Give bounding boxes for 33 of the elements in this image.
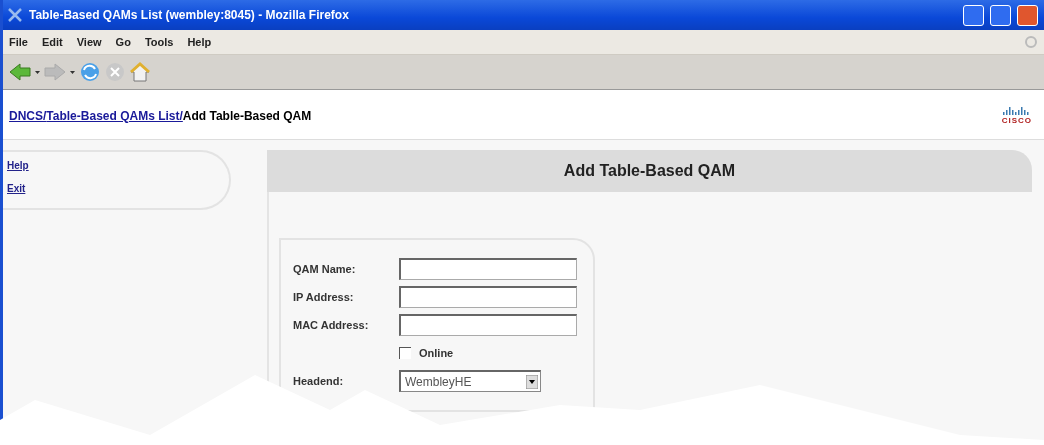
maximize-button[interactable] [990,4,1011,26]
logo-text: CISCO [1001,116,1032,125]
minimize-button[interactable] [963,4,984,26]
breadcrumb-link[interactable]: DNCS/ [9,108,47,123]
headend-dropdown[interactable]: WembleyHE [399,370,541,392]
menu-item[interactable]: View [76,36,102,48]
dropdown-icon[interactable] [35,69,40,75]
sidebar-link[interactable]: Help [7,160,225,171]
field-label: IP Address: [293,291,355,303]
panel-header: Add Table-Based QAM [267,150,1032,192]
breadcrumb-link[interactable]: Table-Based QAMs List/ [46,108,183,123]
throbber-icon [1024,35,1038,49]
dropdown-icon[interactable] [70,69,75,75]
input-field[interactable] [399,314,577,336]
logo-bars-icon [1002,106,1031,115]
menu-item[interactable]: Tools [144,36,174,48]
caret-icon [526,374,538,389]
sidebar-link[interactable]: Exit [7,183,225,194]
checkbox-label: Online [419,347,454,359]
menu-item[interactable]: Help [187,36,212,48]
input-field[interactable] [399,258,577,280]
breadcrumb-current: Add Table-Based QAM [182,108,312,123]
field-label: Headend: [293,375,345,387]
menu-item[interactable]: File [9,36,28,48]
app-icon [7,7,23,23]
field-label: QAM Name: [293,263,357,275]
input-field[interactable] [399,286,577,308]
menu-item[interactable]: Edit [41,36,63,48]
close-button[interactable] [1017,4,1038,26]
menu-item[interactable]: Go [115,36,131,48]
field-label: MAC Address: [293,319,370,331]
window-title: Table-Based QAMs List (wembley:8045) - Mozilla Firefox [29,8,350,22]
checkbox[interactable] [399,347,411,359]
